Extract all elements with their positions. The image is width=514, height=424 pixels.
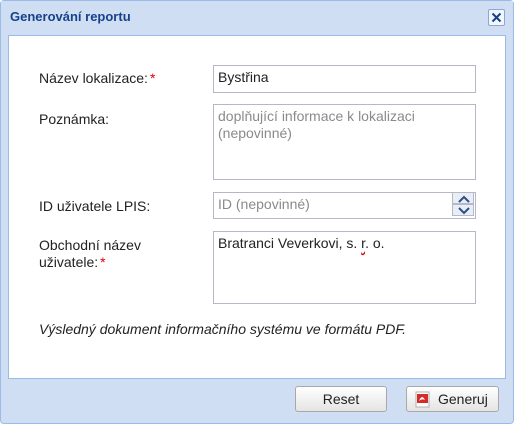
location-name-label: Název lokalizace: * bbox=[39, 70, 156, 86]
reset-button[interactable]: Reset bbox=[295, 386, 387, 412]
note-textarea[interactable]: doplňující informace k lokalizaci (nepov… bbox=[213, 104, 476, 180]
info-text: Výsledný dokument informačního systému v… bbox=[39, 321, 407, 337]
generate-button-label: Generuj bbox=[438, 391, 488, 407]
required-mark: * bbox=[100, 254, 106, 270]
dialog-titlebar[interactable]: Generování reportu bbox=[1, 1, 513, 33]
spin-down-button[interactable] bbox=[452, 204, 474, 216]
required-mark: * bbox=[149, 70, 156, 86]
close-button[interactable] bbox=[488, 9, 505, 26]
spin-up-button[interactable] bbox=[452, 192, 474, 204]
trade-name-text-1: Bratranci Veverkovi, s. bbox=[218, 235, 362, 251]
generate-button[interactable]: Generuj bbox=[406, 386, 499, 412]
trade-name-textarea[interactable]: Bratranci Veverkovi, s. r. o. bbox=[213, 231, 476, 304]
location-name-input[interactable]: Bystřina bbox=[213, 65, 476, 93]
reset-button-label: Reset bbox=[322, 391, 360, 407]
note-placeholder: doplňující informace k lokalizaci (nepov… bbox=[218, 108, 415, 141]
chevron-up-icon bbox=[458, 195, 470, 203]
dialog-title: Generování reportu bbox=[10, 9, 131, 24]
location-name-value: Bystřina bbox=[218, 69, 269, 85]
chevron-down-icon bbox=[458, 207, 470, 215]
lpis-id-input[interactable]: ID (nepovinné) bbox=[213, 192, 476, 219]
note-label: Poznámka: bbox=[39, 111, 110, 127]
trade-name-text-3: . o. bbox=[365, 235, 385, 251]
close-icon bbox=[491, 12, 502, 23]
trade-name-label-line1: Obchodní název bbox=[39, 237, 141, 253]
report-dialog: Generování reportu Název lokalizace: * By… bbox=[0, 0, 514, 424]
lpis-id-placeholder: ID (nepovinné) bbox=[218, 196, 310, 212]
lpis-id-label: ID uživatele LPIS: bbox=[39, 198, 151, 214]
pdf-icon bbox=[415, 391, 430, 408]
trade-name-label-line2: uživatele: bbox=[39, 254, 99, 270]
lpis-id-spinner[interactable] bbox=[452, 192, 474, 217]
trade-name-label: Obchodní název uživatele: * bbox=[39, 237, 141, 271]
